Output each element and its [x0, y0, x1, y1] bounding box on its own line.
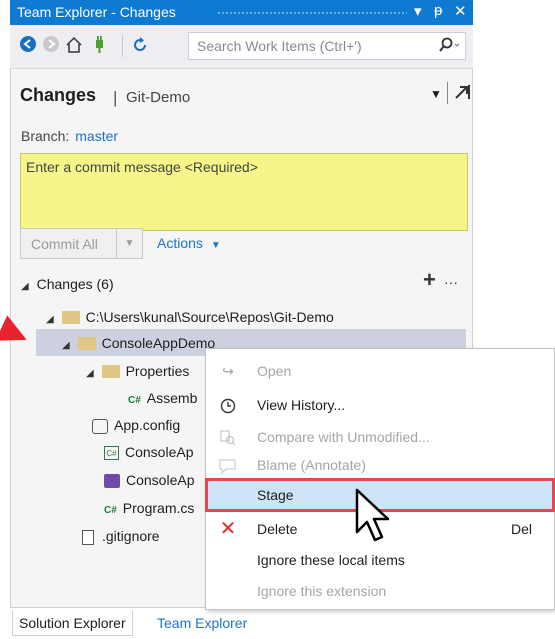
page-dropdown-icon[interactable]: ▼ [430, 87, 442, 101]
changes-count-label: Changes (6) [36, 276, 114, 292]
toolbar-divider [122, 35, 123, 57]
context-menu: ↪ Open View History... Compare with Unmo… [205, 348, 555, 610]
mouse-cursor-icon [353, 488, 393, 547]
menu-item-ignore-extension[interactable]: Ignore this extension [206, 575, 554, 607]
tree-item-assembly[interactable]: C# Assemb [128, 386, 197, 410]
assembly-label: Assemb [146, 390, 198, 406]
tree-item-console-file-1[interactable]: C# ConsoleAp [104, 440, 194, 464]
folder-icon [77, 336, 96, 350]
undock-icon[interactable] [453, 83, 471, 104]
menu-item-open[interactable]: ↪ Open [206, 355, 554, 387]
menu-item-label: Ignore these local items [257, 552, 405, 568]
tree-item-properties[interactable]: ◢ Properties [86, 359, 189, 383]
menu-item-ignore-items[interactable]: Ignore these local items [206, 544, 554, 576]
tree-item-repo-path[interactable]: ◢ C:\Users\kunal\Source\Repos\Git-Demo [46, 305, 334, 329]
page-title: Changes [20, 85, 97, 105]
delete-icon: ✕ [219, 518, 237, 540]
expand-arrow-icon[interactable]: ◢ [21, 281, 29, 292]
search-icon[interactable] [439, 36, 461, 57]
bottom-tab-bar: Solution Explorer Team Explorer [10, 608, 473, 639]
commit-all-button[interactable]: Commit All [20, 228, 117, 259]
page-header: Changes | Git-Demo ▼ [10, 70, 473, 120]
app-config-label: App.config [114, 417, 181, 433]
menu-item-label: Stage [257, 487, 294, 503]
expand-arrow-icon[interactable]: ◢ [86, 368, 94, 379]
forward-icon[interactable] [41, 35, 61, 55]
tree-item-console-file-2[interactable]: ConsoleAp [104, 468, 195, 492]
actions-label: Actions [157, 235, 203, 251]
config-file-icon [92, 418, 108, 434]
folder-icon [101, 364, 120, 378]
file-icon [82, 529, 94, 545]
program-label: Program.cs [122, 500, 195, 516]
menu-item-label: View History... [257, 397, 346, 413]
more-options-icon[interactable]: ··· [444, 274, 458, 290]
window-title: Team Explorer - Changes [17, 4, 176, 20]
title-bar: Team Explorer - Changes ▾ ᵽ ✕ [10, 0, 473, 25]
tab-team-explorer[interactable]: Team Explorer [151, 611, 253, 635]
commit-message-field[interactable]: Enter a commit message <Required> [20, 153, 468, 231]
search-placeholder: Search Work Items (Ctrl+') [197, 38, 362, 54]
home-icon[interactable] [64, 35, 84, 55]
project-label: ConsoleAppDemo [101, 335, 216, 351]
console-file-2-label: ConsoleAp [126, 472, 195, 488]
search-work-items-input[interactable]: Search Work Items (Ctrl+') [188, 32, 466, 60]
actions-dropdown-icon: ▼ [210, 240, 221, 251]
menu-item-shortcut: Del [511, 521, 533, 537]
console-file-1-label: ConsoleAp [125, 444, 194, 460]
refresh-icon[interactable] [130, 35, 150, 55]
tree-item-app-config[interactable]: App.config [92, 413, 180, 437]
csharp-project-icon: C# [104, 446, 119, 461]
tree-item-program[interactable]: C# Program.cs [104, 496, 194, 520]
branch-link[interactable]: master [75, 128, 118, 144]
menu-item-blame[interactable]: Blame (Annotate) [206, 449, 554, 481]
connect-icon[interactable] [89, 35, 109, 55]
tree-item-gitignore[interactable]: .gitignore [82, 524, 160, 548]
menu-item-label: Ignore this extension [257, 583, 387, 599]
properties-label: Properties [125, 363, 190, 379]
branch-label: Branch: [21, 128, 70, 144]
csharp-file-icon: C# [128, 395, 141, 406]
gitignore-label: .gitignore [102, 528, 160, 544]
title-grip[interactable] [217, 11, 407, 15]
commit-dropdown-icon[interactable]: ▼ [117, 228, 143, 259]
blame-icon [218, 449, 238, 481]
commit-all-label: Commit All [31, 236, 98, 252]
title-separator: | [113, 88, 118, 107]
commit-message-placeholder: Enter a commit message <Required> [26, 159, 258, 175]
close-icon[interactable]: ✕ [454, 2, 467, 20]
toolbar: Search Work Items (Ctrl+') [10, 25, 473, 69]
open-icon: ↪ [222, 363, 234, 379]
changes-section-header[interactable]: ◢ Changes (6) [21, 272, 114, 296]
header-divider [447, 82, 448, 104]
history-icon [218, 389, 238, 421]
folder-icon [61, 310, 80, 324]
menu-item-label: Open [257, 363, 292, 379]
actions-menu[interactable]: Actions ▼ [157, 235, 221, 251]
repo-name: Git-Demo [126, 89, 191, 106]
pin-icon[interactable]: ᵽ [434, 2, 442, 19]
tree-item-project[interactable]: ◢ ConsoleAppDemo [62, 331, 215, 355]
menu-item-view-history[interactable]: View History... [206, 389, 554, 421]
visual-studio-icon [104, 474, 120, 489]
back-icon[interactable] [18, 35, 38, 55]
window-menu-icon[interactable]: ▾ [414, 2, 422, 20]
csharp-file-icon: C# [104, 505, 117, 516]
repo-path-label: C:\Users\kunal\Source\Repos\Git-Demo [85, 309, 334, 325]
menu-item-label: Blame (Annotate) [257, 457, 366, 473]
add-icon[interactable]: + [423, 267, 436, 293]
menu-item-label: Delete [257, 521, 298, 537]
tab-solution-explorer[interactable]: Solution Explorer [12, 611, 133, 636]
branch-row: Branch: master [21, 128, 118, 144]
expand-arrow-icon[interactable]: ◢ [62, 340, 70, 351]
expand-arrow-icon[interactable]: ◢ [46, 314, 54, 325]
